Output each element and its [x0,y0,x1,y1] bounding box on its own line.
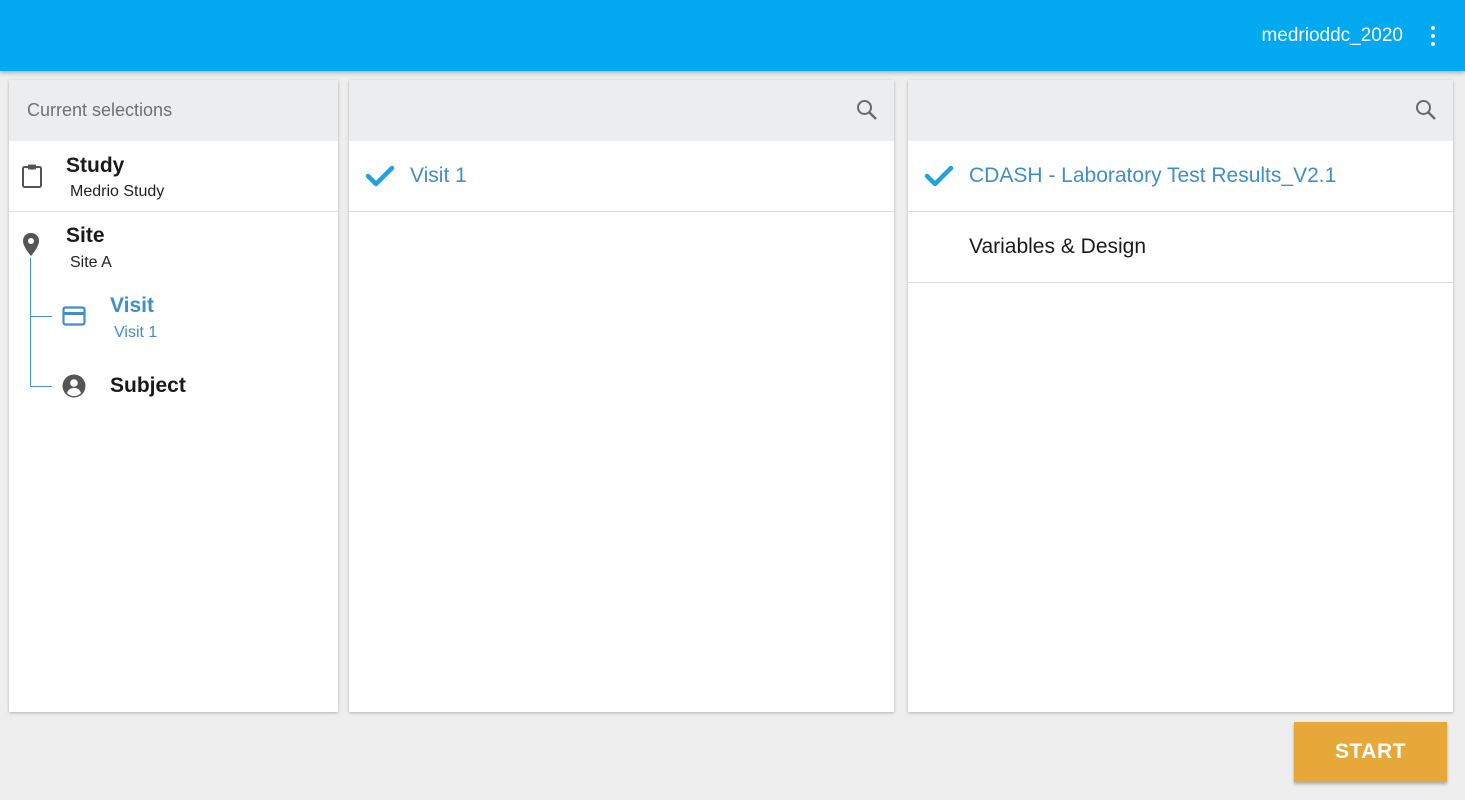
account-circle-icon [62,374,86,398]
list-item-visit-1[interactable]: Visit 1 [349,141,894,212]
app-header: medrioddc_2020 [0,0,1465,71]
visits-panel: Visit 1 [349,80,894,712]
selection-visit-value: Visit 1 [114,324,158,341]
search-icon[interactable] [856,99,878,121]
location-pin-icon [23,233,39,256]
list-item-variables-design[interactable]: Variables & Design [908,212,1453,283]
list-item-cdash-form[interactable]: CDASH - Laboratory Test Results_V2.1 [908,141,1453,212]
forms-panel: CDASH - Laboratory Test Results_V2.1 Var… [908,80,1453,712]
selection-study-label: Study [66,154,125,177]
list-item-label: Variables & Design [969,235,1147,258]
clipboard-icon [22,164,42,188]
current-selections-panel: Current selections Study Medrio Study Si… [9,80,338,712]
panel-header: Current selections [9,80,338,141]
selection-study[interactable]: Study Medrio Study [9,141,338,212]
list-item-label: Visit 1 [410,164,467,187]
selection-site[interactable]: Site Site A [9,212,338,282]
panel-title: Current selections [27,100,173,120]
checkmark-icon [365,165,395,187]
checkmark-icon [924,165,954,187]
card-icon [62,306,86,326]
search-icon[interactable] [1415,99,1437,121]
selection-subject[interactable]: Subject [9,352,338,422]
selection-site-value: Site A [70,254,112,271]
selection-study-value: Medrio Study [70,183,165,200]
panel-header [908,80,1453,141]
list-item-label: CDASH - Laboratory Test Results_V2.1 [969,164,1337,187]
selection-visit[interactable]: Visit Visit 1 [9,282,338,352]
selection-visit-label: Visit [110,294,154,317]
start-button[interactable]: START [1294,722,1447,782]
more-vert-icon[interactable] [1423,24,1443,48]
selection-subject-label: Subject [110,374,186,397]
selection-site-label: Site [66,224,105,247]
username[interactable]: medrioddc_2020 [1261,25,1403,47]
panel-header [349,80,894,141]
